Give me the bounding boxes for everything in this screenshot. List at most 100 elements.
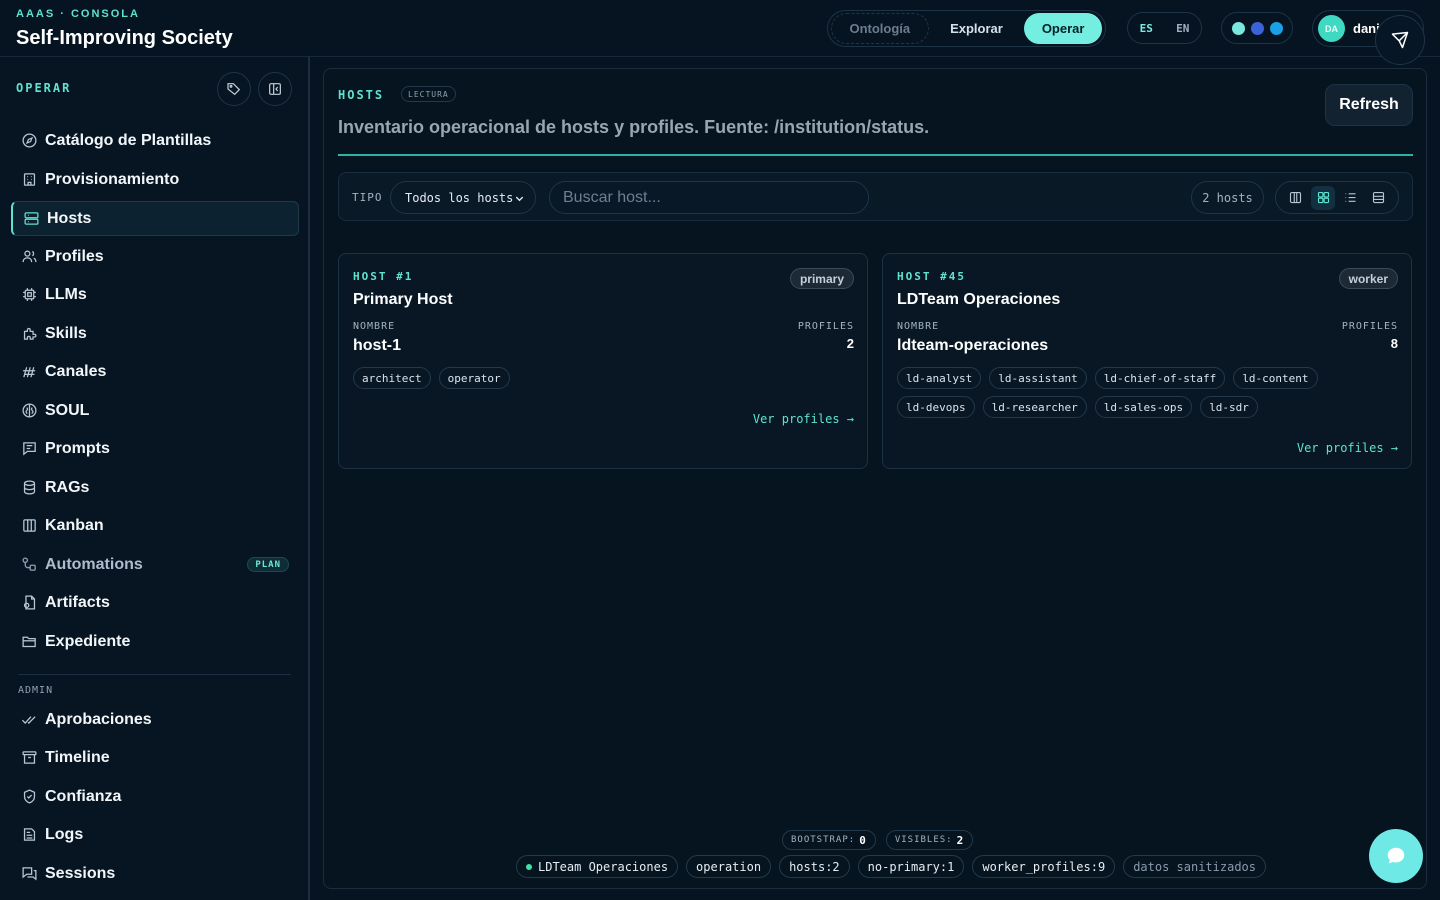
brand-title[interactable]: Self-Improving Society (16, 27, 233, 50)
puzzle-icon (20, 325, 38, 343)
theme-teal-dot[interactable] (1231, 21, 1245, 35)
grid-icon (1317, 191, 1329, 204)
sidebar-item-label: SOUL (45, 401, 90, 419)
status-dot (526, 863, 532, 870)
view-table-button[interactable] (1366, 186, 1390, 210)
filter-bar: TIPO Todos los hosts Buscar host... 2 ho… (338, 172, 1413, 221)
refresh-button[interactable]: Refresh (1325, 84, 1413, 126)
type-select-value: Todos los hosts (405, 190, 514, 205)
context-chips: LDTeam Operaciones operation hosts:2 no-… (516, 855, 1267, 878)
sidebar-item-confianza[interactable]: Confianza (11, 779, 299, 814)
message-icon (20, 440, 38, 458)
sidebar-item-label: Aprobaciones (45, 710, 152, 728)
view-profiles-link[interactable]: Ver profiles → (753, 412, 854, 426)
profile-tag[interactable]: architect (353, 367, 431, 389)
section-title: HOSTS (338, 88, 385, 102)
host-role-badge: worker (1338, 268, 1398, 289)
sidebar-item-soul[interactable]: SOUL (11, 393, 299, 428)
view-grid-button[interactable] (1311, 185, 1336, 210)
sidebar-item-label: Sessions (45, 864, 116, 882)
logs-icon (20, 826, 38, 844)
bootstrap-stat: BOOTSTRAP: 0 (782, 830, 876, 850)
sidebar-item-llms[interactable]: LLMs (11, 277, 299, 312)
navigation-arrow-icon (1391, 31, 1409, 49)
chat-button[interactable] (1369, 829, 1423, 883)
sidebar-admin-title: ADMIN (18, 685, 54, 696)
sidebar-item-automations[interactable]: Automations PLAN (11, 547, 299, 582)
check-double-icon (20, 711, 38, 729)
building-icon (20, 171, 38, 189)
sidebar-item-prompts[interactable]: Prompts (11, 431, 299, 466)
mode-operar-button[interactable]: Operar (1024, 13, 1102, 44)
sidebar-item-aprobaciones[interactable]: Aprobaciones (11, 702, 299, 737)
sidebar-collapse-icon (269, 83, 281, 95)
sidebar-item-artifacts[interactable]: Artifacts (11, 585, 299, 620)
sidebar-item-label: Hosts (47, 209, 92, 227)
sidebar-item-expediente[interactable]: Expediente (11, 624, 299, 659)
mode-explorar-button[interactable]: Explorar (929, 13, 1025, 44)
profile-tag[interactable]: ld-chief-of-staff (1094, 367, 1226, 389)
avatar: DA (1318, 15, 1345, 42)
host-card[interactable]: HOST #45 worker LDTeam Operaciones NOMBR… (882, 253, 1412, 469)
theme-sky-dot[interactable] (1269, 21, 1283, 35)
sidebar-item-catalogo[interactable]: Catálogo de Plantillas (11, 123, 299, 158)
view-mode-switch (1275, 181, 1399, 214)
read-only-badge: LECTURA (401, 86, 456, 102)
collapse-sidebar-button[interactable] (258, 72, 292, 106)
context-chip: worker_profiles:9 (972, 855, 1116, 878)
broadcast-icon (20, 363, 38, 381)
profile-tag[interactable]: ld-content (1233, 367, 1318, 389)
host-profiles-count: 2 (846, 336, 854, 351)
language-switch: ES EN (1127, 12, 1202, 44)
hosts-panel: HOSTS LECTURA Inventario operacional de … (323, 68, 1427, 889)
theme-blue-dot[interactable] (1250, 21, 1264, 35)
profile-tag[interactable]: ld-assistant (989, 367, 1087, 389)
mode-ontologia-button[interactable]: Ontología (831, 13, 929, 44)
theme-switch (1221, 12, 1293, 44)
compass-icon (20, 132, 38, 150)
section-divider (338, 154, 1413, 156)
sidebar-item-label: LLMs (45, 285, 87, 303)
lang-es-button[interactable]: ES (1140, 22, 1153, 35)
columns-icon (1290, 191, 1302, 204)
view-list-button[interactable] (1339, 186, 1363, 210)
sidebar-item-skills[interactable]: Skills (11, 316, 299, 351)
host-card[interactable]: HOST #1 primary Primary Host NOMBRE PROF… (338, 253, 868, 469)
search-input[interactable]: Buscar host... (549, 181, 869, 214)
host-name: ldteam-operaciones (897, 337, 1049, 354)
sidebar-item-provisionamiento[interactable]: Provisionamiento (11, 162, 299, 197)
profile-tag[interactable]: ld-devops (897, 396, 975, 418)
profile-tag[interactable]: ld-analyst (897, 367, 982, 389)
view-columns-button[interactable] (1284, 186, 1308, 210)
workflow-icon (20, 556, 38, 574)
sidebar-item-hosts[interactable]: Hosts (11, 201, 299, 236)
sidebar-item-sessions[interactable]: Sessions (11, 856, 299, 891)
stats-row: BOOTSTRAP: 0 VISIBLES: 2 (782, 830, 974, 850)
brain-icon (20, 402, 38, 420)
folder-icon (20, 633, 38, 651)
navigate-button[interactable] (1375, 15, 1425, 65)
sidebar: OPERAR Catálogo de Plantillas Provisiona… (0, 57, 310, 900)
sidebar-item-label: Profiles (45, 247, 104, 265)
archive-icon (20, 749, 38, 767)
context-chip: LDTeam Operaciones (516, 855, 679, 878)
tags-button[interactable] (217, 72, 251, 106)
sidebar-item-logs[interactable]: Logs (11, 817, 299, 852)
profile-tag[interactable]: ld-sales-ops (1094, 396, 1193, 418)
sidebar-section-title: OPERAR (16, 81, 72, 95)
host-profiles-label: PROFILES (797, 321, 854, 332)
sidebar-item-canales[interactable]: Canales (11, 354, 299, 389)
sidebar-item-kanban[interactable]: Kanban (11, 508, 299, 543)
database-icon (20, 479, 38, 497)
sidebar-item-profiles[interactable]: Profiles (11, 239, 299, 274)
top-header: AAAS · CONSOLA Self-Improving Society On… (0, 0, 1440, 57)
profile-tag[interactable]: ld-researcher (982, 396, 1087, 418)
type-select[interactable]: Todos los hosts (390, 181, 536, 214)
view-profiles-link[interactable]: Ver profiles → (1297, 441, 1398, 455)
lang-en-button[interactable]: EN (1176, 22, 1189, 35)
profile-tag[interactable]: operator (438, 367, 510, 389)
sidebar-item-timeline[interactable]: Timeline (11, 740, 299, 775)
context-chip: operation (686, 855, 772, 878)
profile-tag[interactable]: ld-sdr (1200, 396, 1258, 418)
sidebar-item-rags[interactable]: RAGs (11, 470, 299, 505)
